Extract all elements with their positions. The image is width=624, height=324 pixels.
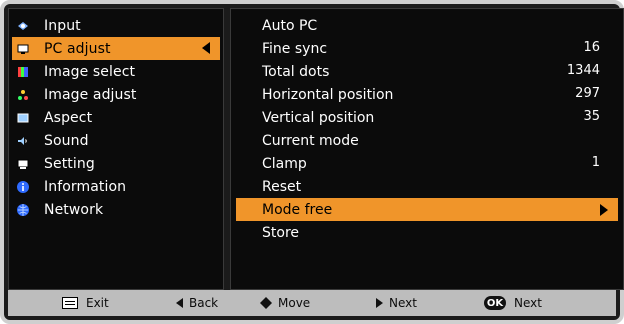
pc-adjust-item-total-dots[interactable]: Total dots 1344 bbox=[236, 60, 618, 83]
left-menu-item-sound[interactable]: Sound bbox=[12, 129, 220, 152]
osd-frame: Input PC adjust Image select Image adjus… bbox=[0, 0, 624, 324]
input-icon bbox=[16, 19, 30, 33]
pc-adjust-item-vertical-position[interactable]: Vertical position 35 bbox=[236, 106, 618, 129]
left-menu-label: Sound bbox=[44, 132, 89, 149]
ok-next-label: Next bbox=[514, 296, 542, 310]
left-menu-label: Information bbox=[44, 178, 127, 195]
projector-osd: Input PC adjust Image select Image adjus… bbox=[0, 0, 624, 324]
pc-adjust-label: Current mode bbox=[262, 132, 359, 149]
aspect-icon bbox=[16, 111, 30, 125]
pc-adjust-item-current-mode[interactable]: Current mode bbox=[236, 129, 618, 152]
left-menu-label: Image adjust bbox=[44, 86, 137, 103]
pc-adjust-label: Vertical position bbox=[262, 109, 375, 126]
move-icon bbox=[260, 297, 272, 309]
sound-icon bbox=[16, 134, 30, 148]
pc-adjust-label: Fine sync bbox=[262, 40, 328, 57]
left-menu-label: Network bbox=[44, 201, 104, 218]
pc-adjust-value: 1 bbox=[591, 155, 600, 170]
image-select-icon bbox=[16, 65, 30, 79]
pc-adjust-item-horizontal-position[interactable]: Horizontal position 297 bbox=[236, 83, 618, 106]
pc-adjust-item-store[interactable]: Store bbox=[236, 221, 618, 244]
bottom-help-bar: Exit Back Move Next OK Next bbox=[8, 290, 616, 316]
pc-adjust-label: Horizontal position bbox=[262, 86, 394, 103]
network-icon bbox=[16, 203, 30, 217]
left-menu-panel: Input PC adjust Image select Image adjus… bbox=[8, 8, 224, 290]
move-button[interactable]: Move bbox=[260, 296, 310, 310]
exit-button[interactable]: Exit bbox=[62, 296, 109, 310]
pc-adjust-value: 16 bbox=[583, 40, 600, 55]
submenu-arrow-icon bbox=[600, 204, 608, 216]
left-menu-item-network[interactable]: Network bbox=[12, 198, 220, 221]
pc-adjust-item-clamp[interactable]: Clamp 1 bbox=[236, 152, 618, 175]
back-label: Back bbox=[189, 296, 219, 310]
pc-adjust-label: Auto PC bbox=[262, 17, 318, 34]
left-menu-item-setting[interactable]: Setting bbox=[12, 152, 220, 175]
left-menu-item-image-adjust[interactable]: Image adjust bbox=[12, 83, 220, 106]
left-menu-label: PC adjust bbox=[44, 40, 111, 57]
left-menu-item-input[interactable]: Input bbox=[12, 14, 220, 37]
ok-icon: OK bbox=[484, 296, 506, 310]
next-button[interactable]: Next bbox=[376, 296, 417, 310]
pc-adjust-value: 297 bbox=[575, 86, 600, 101]
move-label: Move bbox=[278, 296, 311, 310]
left-menu-label: Input bbox=[44, 17, 81, 34]
image-adjust-icon bbox=[16, 88, 30, 102]
left-menu-item-image-select[interactable]: Image select bbox=[12, 60, 220, 83]
pc-adjust-label: Reset bbox=[262, 178, 302, 195]
next-icon bbox=[376, 298, 383, 308]
information-icon bbox=[16, 180, 30, 194]
pc-adjust-label: Store bbox=[262, 224, 300, 241]
pc-adjust-label: Mode free bbox=[262, 201, 333, 218]
pc-adjust-item-auto-pc[interactable]: Auto PC bbox=[236, 14, 618, 37]
menu-icon bbox=[62, 297, 78, 309]
pc-adjust-value: 1344 bbox=[566, 63, 600, 78]
active-menu-caret-icon bbox=[202, 42, 210, 54]
exit-label: Exit bbox=[86, 296, 109, 310]
left-menu-label: Image select bbox=[44, 63, 136, 80]
pc-adjust-item-mode-free[interactable]: Mode free bbox=[236, 198, 618, 221]
pc-adjust-icon bbox=[16, 42, 30, 56]
pc-adjust-item-fine-sync[interactable]: Fine sync 16 bbox=[236, 37, 618, 60]
back-icon bbox=[176, 298, 183, 308]
setting-icon bbox=[16, 157, 30, 171]
left-menu-item-pc-adjust[interactable]: PC adjust bbox=[12, 37, 220, 60]
left-menu-item-information[interactable]: Information bbox=[12, 175, 220, 198]
pc-adjust-value: 35 bbox=[583, 109, 600, 124]
left-menu-label: Aspect bbox=[44, 109, 93, 126]
pc-adjust-panel: Auto PC Fine sync 16 Total dots 1344 Hor… bbox=[230, 8, 624, 290]
back-button[interactable]: Back bbox=[176, 296, 218, 310]
left-menu-item-aspect[interactable]: Aspect bbox=[12, 106, 220, 129]
pc-adjust-label: Total dots bbox=[262, 63, 330, 80]
pc-adjust-item-reset[interactable]: Reset bbox=[236, 175, 618, 198]
left-menu-label: Setting bbox=[44, 155, 95, 172]
ok-next-button[interactable]: OK Next bbox=[484, 296, 542, 310]
pc-adjust-label: Clamp bbox=[262, 155, 307, 172]
next-label: Next bbox=[389, 296, 417, 310]
